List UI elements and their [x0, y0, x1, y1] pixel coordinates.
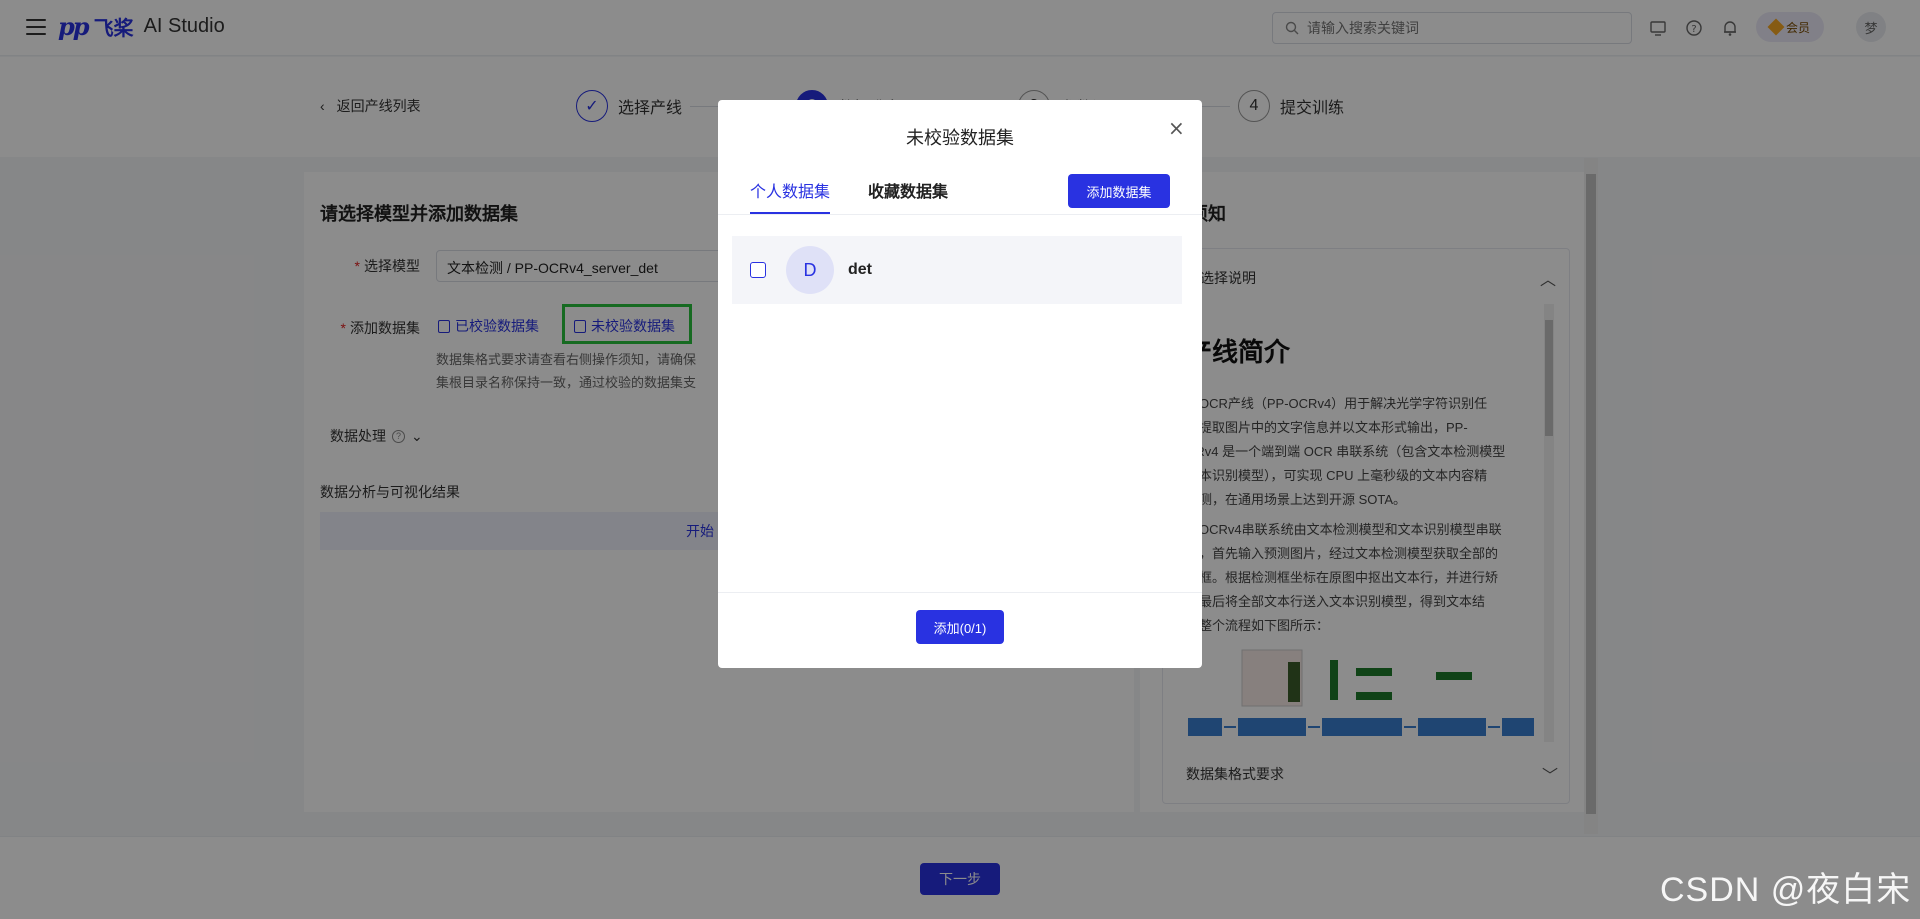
- modal-tabs: 个人数据集 收藏数据集: [750, 178, 948, 215]
- dataset-checkbox[interactable]: [750, 262, 766, 278]
- watermark: CSDN @夜白宋: [1660, 871, 1912, 909]
- tab-favorite-datasets[interactable]: 收藏数据集: [868, 178, 948, 215]
- tab-personal-datasets[interactable]: 个人数据集: [750, 178, 831, 215]
- confirm-add-button[interactable]: 添加(0/1): [916, 610, 1004, 644]
- list-item[interactable]: D det: [732, 236, 1182, 304]
- modal-footer-divider: [718, 592, 1202, 593]
- close-icon[interactable]: ×: [1168, 116, 1185, 140]
- unverified-dataset-modal: 未校验数据集 × 个人数据集 收藏数据集 添加数据集 D det 添加(0/1): [718, 100, 1202, 668]
- dataset-avatar: D: [786, 246, 834, 294]
- dataset-name: det: [848, 261, 872, 278]
- tab-divider: [718, 214, 1202, 215]
- modal-title: 未校验数据集: [906, 128, 1014, 148]
- add-dataset-button[interactable]: 添加数据集: [1068, 174, 1170, 208]
